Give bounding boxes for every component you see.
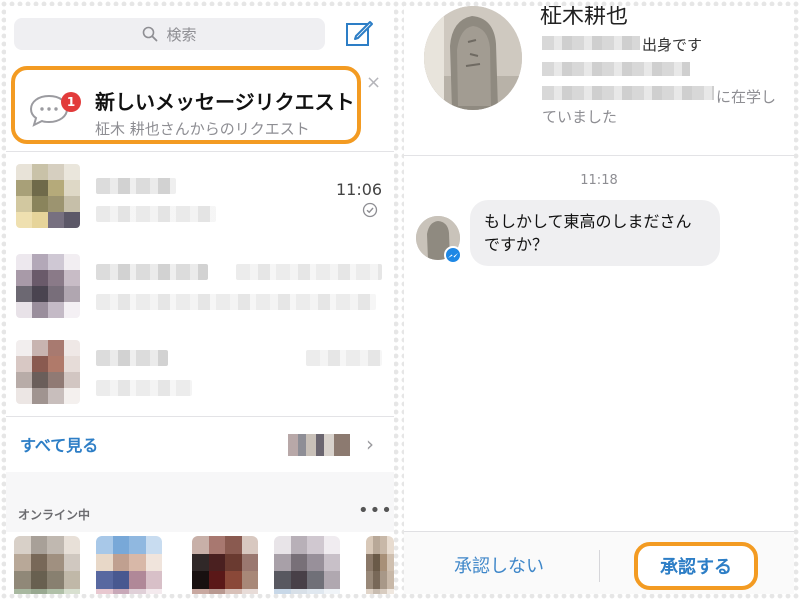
chevron-right-icon[interactable]: › [366,432,374,456]
redacted-text [542,86,714,100]
close-icon[interactable]: × [366,72,381,93]
contact-name [96,350,168,366]
profile-hometown: 出身です [642,36,703,54]
search-placeholder: 検索 [166,25,197,44]
message-timestamp: 11:18 [580,173,618,188]
online-contact-avatar[interactable] [192,536,258,594]
message-preview [96,294,376,310]
conversation-time: 11:06 [336,180,383,199]
request-action-bar: 承認しない 承認する [404,531,794,594]
search-input[interactable]: 検索 [14,18,325,50]
online-contact-avatar[interactable] [366,536,394,594]
redacted-text [542,36,640,50]
message-preview [96,380,192,396]
divider [6,416,394,417]
search-row: 検索 [6,6,394,64]
conversation-row[interactable] [6,334,394,420]
message-request-banner[interactable]: 1 新しいメッセージリクエスト 柾木 耕也さんからのリクエスト [11,66,361,144]
stone-monument-image [424,6,522,110]
request-title: 新しいメッセージリクエスト [95,90,355,114]
search-icon [143,26,158,42]
message-timestamp-redacted [306,350,382,366]
incoming-message-bubble: もしかして東高のしまださんですか？ [470,200,720,267]
conversation-row[interactable] [6,248,394,334]
request-subtitle: 柾木 耕也さんからのリクエスト [95,120,310,138]
online-contact-avatar[interactable] [14,536,80,594]
message-preview [96,206,216,222]
avatar [16,164,80,228]
see-all-link[interactable]: すべて見る [20,432,98,456]
online-contact-avatar[interactable] [274,536,340,594]
conversation-row[interactable] [6,162,394,248]
accept-button[interactable]: 承認する [634,542,758,590]
profile-name: 柾木耕也 [540,6,629,29]
divider [404,155,794,156]
online-section-header: オンライン中 ••• [6,472,394,532]
avatar [16,340,80,404]
more-options-icon[interactable]: ••• [358,500,393,521]
active-contacts-avatars [288,434,350,456]
redacted-text [542,62,690,76]
conversation-panel: 柾木耕也 出身です に在学し ていました 11:18 もしかして東高のしまださん… [404,6,794,594]
avatar [16,254,80,318]
profile-school-cont: ていました [542,108,618,126]
divider [6,151,394,152]
contact-name [96,178,176,194]
profile-school: に在学し [716,88,777,106]
messenger-icon [444,246,462,264]
contact-name [96,264,208,280]
read-check-icon [362,202,378,218]
online-label: オンライン中 [18,508,91,522]
divider [599,550,600,582]
profile-photo [424,6,522,110]
compose-icon[interactable] [344,18,374,48]
decline-button[interactable]: 承認しない [454,552,544,578]
online-contact-avatar[interactable] [96,536,162,594]
message-timestamp-redacted [236,264,382,280]
inbox-panel: 検索 1 新しいメッセージリクエスト 柾木 耕也さんからのリクエスト × 11:… [6,6,394,594]
request-count-badge: 1 [61,92,81,112]
